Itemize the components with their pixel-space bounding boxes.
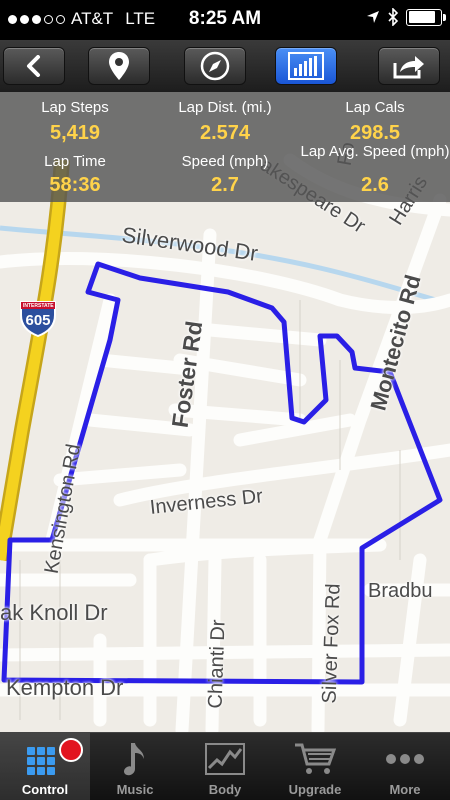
lap-time-value: 58:36 <box>49 174 101 196</box>
tab-bar: Control Music Body Upgrade More <box>0 732 450 800</box>
tab-control-label: Control <box>21 782 69 797</box>
lap-distance-value: 2.574 <box>199 122 251 144</box>
lap-avg-speed-value: 2.6 <box>361 174 389 196</box>
street-label-chianti: Chianti Dr <box>204 619 230 709</box>
lap-steps-label: Lap Steps <box>41 99 109 116</box>
tab-music-label: Music <box>116 782 154 797</box>
street-label-oak-knoll: ak Knoll Dr <box>0 600 108 625</box>
lap-distance-label: Lap Dist. (mi.) <box>178 99 272 116</box>
tab-body-label: Body <box>208 782 242 797</box>
status-bar: AT&T LTE 8:25 AM <box>0 0 450 40</box>
tab-body[interactable]: Body <box>180 733 270 800</box>
highway-shield-number: 605 <box>25 312 51 329</box>
lap-avg-speed-label: Lap Avg. Speed (mph) <box>300 143 450 160</box>
lap-cals-value: 298.5 <box>349 122 401 144</box>
stats-button[interactable] <box>275 47 337 85</box>
lap-cals-label: Lap Cals <box>345 99 405 116</box>
location-arrow-icon <box>367 11 379 23</box>
speed-label: Speed (mph) <box>181 153 269 170</box>
body-chart-icon <box>205 743 245 775</box>
back-chevron-icon <box>27 55 40 77</box>
compass-button[interactable] <box>184 47 246 85</box>
interstate-shield-top-text: INTERSTATE <box>23 303 54 309</box>
bluetooth-icon <box>388 8 398 26</box>
shopping-cart-icon <box>295 743 336 774</box>
tab-music[interactable]: Music <box>90 733 180 800</box>
tab-upgrade-label: Upgrade <box>288 782 342 797</box>
tab-upgrade[interactable]: Upgrade <box>270 733 360 800</box>
more-dots-icon <box>386 754 424 764</box>
street-label-silver-fox: Silver Fox Rd <box>318 583 345 704</box>
tab-control[interactable]: Control <box>0 733 90 800</box>
music-note-icon <box>124 743 144 776</box>
bar-chart-icon <box>288 52 324 80</box>
battery-icon <box>406 8 446 26</box>
tab-more[interactable]: More <box>360 733 450 800</box>
location-button[interactable] <box>88 47 150 85</box>
lap-time-label: Lap Time <box>44 153 106 170</box>
lap-stats-panel: Lap Steps 5,419 Lap Dist. (mi.) 2.574 La… <box>0 92 450 202</box>
street-label-bradbu: Bradbu <box>368 580 433 602</box>
compass-icon <box>200 51 230 81</box>
record-indicator-icon <box>59 738 83 762</box>
back-button[interactable] <box>3 47 65 85</box>
location-pin-icon <box>109 52 129 80</box>
share-button[interactable] <box>378 47 440 85</box>
top-toolbar <box>0 40 450 92</box>
share-icon <box>393 56 424 79</box>
tab-more-label: More <box>389 782 421 797</box>
speed-value: 2.7 <box>211 174 239 196</box>
lap-steps-value: 5,419 <box>49 122 101 144</box>
street-label-kempton: Kempton Dr <box>6 675 124 700</box>
